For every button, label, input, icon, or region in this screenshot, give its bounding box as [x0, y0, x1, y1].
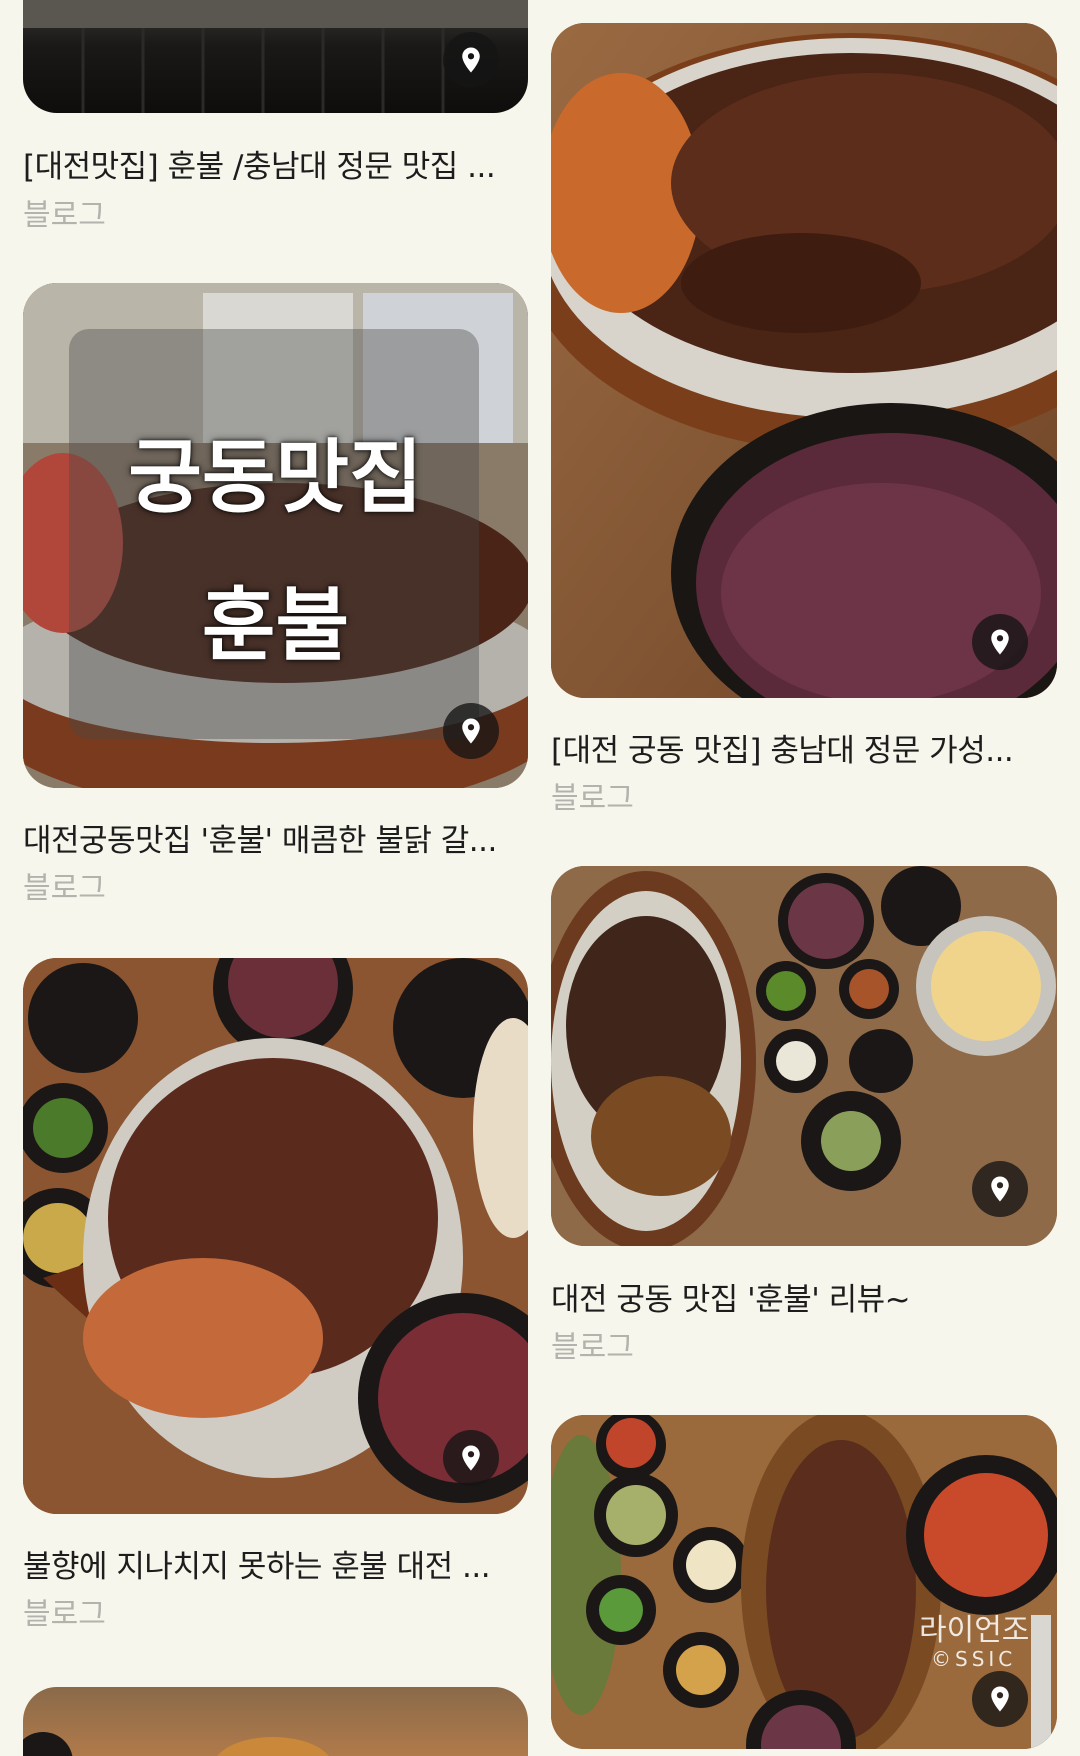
result-thumbnail[interactable]: 라이언조 ©SSIC	[551, 1415, 1057, 1749]
result-card[interactable]	[23, 1687, 528, 1756]
location-pin-icon	[985, 1684, 1015, 1714]
location-pin-button[interactable]	[972, 1161, 1028, 1217]
result-source: 블로그	[23, 871, 106, 906]
result-thumbnail[interactable]: 궁동맛집 훈불	[23, 283, 528, 788]
result-thumbnail[interactable]	[23, 0, 528, 113]
result-title[interactable]: 불향에 지나치지 못하는 훈불 대전 ...	[23, 1541, 528, 1586]
result-thumbnail[interactable]	[23, 958, 528, 1514]
result-thumbnail[interactable]	[551, 23, 1057, 698]
location-pin-button[interactable]	[972, 1671, 1028, 1727]
result-card[interactable]: 대전 궁동 맛집 '훈불' 리뷰~ 블로그	[551, 866, 1057, 1366]
food-image	[23, 958, 528, 1514]
result-title[interactable]: [대전 궁동 맛집] 충남대 정문 가성...	[551, 725, 1057, 770]
result-title[interactable]: [대전맛집] 훈불 /충남대 정문 맛집 ...	[23, 141, 528, 186]
result-card[interactable]: 궁동맛집 훈불 대전궁동맛집 '훈불' 매콤한 불닭 갈... 블로그	[23, 283, 528, 906]
result-thumbnail[interactable]	[23, 1687, 528, 1756]
watermark-name: 라이언조	[919, 1613, 1030, 1648]
location-pin-button[interactable]	[972, 614, 1028, 670]
location-pin-button[interactable]	[443, 703, 499, 759]
thumbnail-overlay	[69, 329, 479, 739]
watermark-sub: ©SSIC	[931, 1647, 1017, 1671]
food-image	[551, 23, 1057, 698]
location-pin-button[interactable]	[443, 1430, 499, 1486]
result-source: 블로그	[23, 1597, 106, 1632]
overlay-line-2: 훈불	[201, 579, 350, 672]
result-thumbnail[interactable]	[551, 866, 1057, 1246]
result-card[interactable]: [대전맛집] 훈불 /충남대 정문 맛집 ... 블로그	[23, 0, 528, 233]
location-pin-icon	[456, 1443, 486, 1473]
result-source: 블로그	[551, 781, 634, 816]
result-card[interactable]: 라이언조 ©SSIC	[551, 1415, 1057, 1756]
result-title[interactable]: 대전궁동맛집 '훈불' 매콤한 불닭 갈...	[23, 815, 528, 860]
food-image	[23, 1732, 329, 1756]
location-pin-icon	[456, 716, 486, 746]
overlay-line-1: 궁동맛집	[128, 431, 423, 524]
result-source: 블로그	[551, 1330, 634, 1365]
location-pin-button[interactable]	[443, 32, 499, 88]
result-card[interactable]: [대전 궁동 맛집] 충남대 정문 가성... 블로그	[551, 23, 1057, 816]
location-pin-icon	[456, 45, 486, 75]
result-source: 블로그	[23, 198, 106, 233]
result-card[interactable]: 불향에 지나치지 못하는 훈불 대전 ... 블로그	[23, 958, 528, 1632]
location-pin-icon	[985, 627, 1015, 657]
result-title[interactable]: 대전 궁동 맛집 '훈불' 리뷰~	[551, 1274, 1057, 1319]
location-pin-icon	[985, 1174, 1015, 1204]
